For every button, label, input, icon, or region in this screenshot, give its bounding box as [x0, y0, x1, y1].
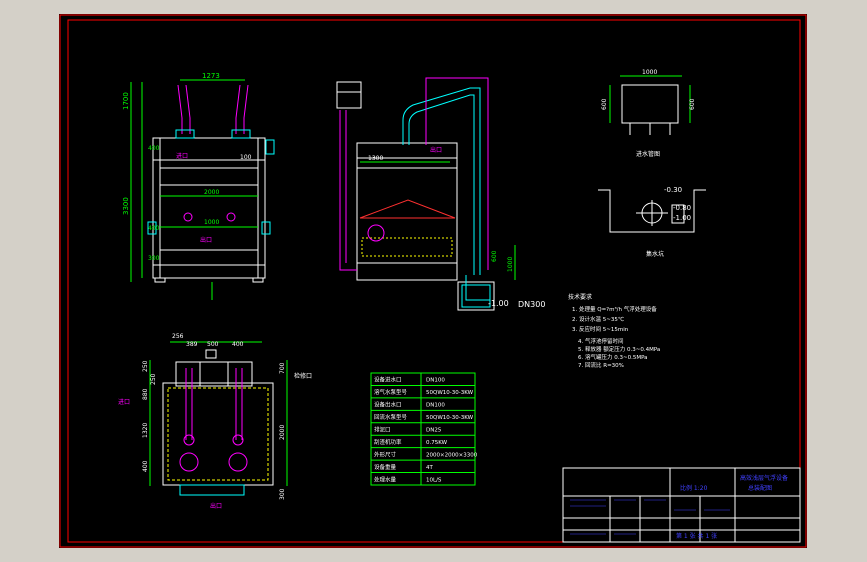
param-label: 设备重量 [374, 463, 397, 471]
notes-line-5: 5. 释放器 额定压力 0.3~0.4MPa [578, 345, 660, 353]
param-value: DN100 [426, 403, 445, 409]
front-label-2000: 2000 [204, 189, 219, 196]
top-dim-right-700: 700 [279, 362, 286, 374]
front-dim-total-height: 3300 [122, 197, 130, 215]
param-label: 外形尺寸 [374, 450, 397, 458]
front-inlet-label: 进口 [176, 152, 188, 160]
param-value: DN100 [426, 378, 445, 384]
param-value: 0.75KW [426, 440, 448, 446]
top-dim-left-400: 400 [142, 460, 149, 472]
param-label: 刮渣机功率 [374, 438, 402, 446]
front-label-1000: 1000 [204, 219, 219, 226]
top-dim-left-1320: 1320 [142, 423, 149, 438]
pit-level-2: -0.80 [673, 204, 691, 212]
front-dim-400b: 400 [148, 225, 160, 232]
top-dim-left-250b: 250 [150, 373, 157, 385]
top-dim-right-300: 300 [279, 488, 286, 500]
param-value: DN25 [426, 427, 442, 433]
front-dim-top-height: 1700 [122, 92, 130, 110]
front-outlet-label: 出口 [200, 236, 212, 244]
param-label: 处理水量 [374, 475, 397, 483]
top-dim-400: 400 [232, 341, 244, 348]
param-label: 溶气水泵型号 [374, 388, 408, 396]
param-label: 排泥口 [374, 425, 391, 433]
title-scale: 比例 1:20 [680, 484, 708, 492]
detail-width: 1000 [642, 69, 657, 76]
detail-height-right: 600 [689, 98, 696, 110]
detail-height-left: 600 [601, 98, 608, 110]
detail-caption: 进水管图 [636, 150, 660, 158]
notes-line-1: 1. 处理量 Q=?m³/h 气浮处理设备 [572, 305, 657, 313]
pit-level-1: -0.30 [664, 186, 682, 194]
side-right-dim2: 600 [491, 250, 498, 262]
front-dim-top-width: 1273 [202, 72, 220, 80]
top-dim-500: 500 [207, 341, 219, 348]
top-dim-256: 256 [172, 333, 184, 340]
top-outlet-label: 出口 [210, 502, 222, 510]
top-dim-left-250a: 250 [142, 360, 149, 372]
title-sheet: 第 1 张 共 1 张 [676, 532, 717, 540]
front-dim-300: 300 [148, 255, 160, 262]
param-label: 设备进水口 [374, 376, 402, 384]
notes-line-7: 7. 回流比 R=30% [578, 361, 624, 369]
param-label: 回流水泵型号 [374, 413, 408, 421]
top-dim-right-2000: 2000 [279, 425, 286, 440]
notes-title: 技术要求 [568, 293, 592, 301]
param-label: 设备出水口 [374, 401, 402, 409]
pit-level-3: -1.00 [673, 214, 691, 222]
side-level-label: -1.00 [488, 299, 509, 308]
side-dim-1300: 1300 [368, 155, 383, 162]
top-dim-389: 389 [186, 341, 198, 348]
side-right-dim: 1000 [507, 257, 514, 272]
param-value: 2000×2000×3300 [426, 452, 478, 458]
notes-line-3: 3. 反应时间 5~15min [572, 325, 629, 333]
param-value: 4T [426, 465, 433, 471]
front-label-100: 100 [240, 154, 252, 161]
notes-line-4: 4. 气浮池停留时间 [578, 337, 624, 345]
title-drawing: 总装配图 [748, 484, 772, 492]
param-value: 50QW10-30-3KW [426, 415, 474, 421]
param-value: 50QW10-30-3KW [426, 390, 474, 396]
top-inlet-label: 进口 [118, 398, 130, 406]
top-dim-left-880: 880 [142, 388, 149, 400]
pit-caption: 集水坑 [646, 250, 664, 258]
title-project: 高效浅层气浮设备 [740, 474, 788, 482]
param-value: 10L/S [426, 477, 442, 483]
top-side-label: 检修口 [294, 372, 312, 380]
front-dim-400a: 400 [148, 145, 160, 152]
side-dn-label: DN300 [518, 300, 545, 309]
notes-line-2: 2. 设计水温 5~35℃ [572, 315, 624, 323]
cad-drawing: 1273 3300 1700 400 400 300 100 2000 1000… [59, 14, 807, 548]
side-outlet-label: 出口 [430, 146, 442, 154]
notes-line-6: 6. 溶气罐压力 0.3~0.5MPa [578, 353, 648, 361]
